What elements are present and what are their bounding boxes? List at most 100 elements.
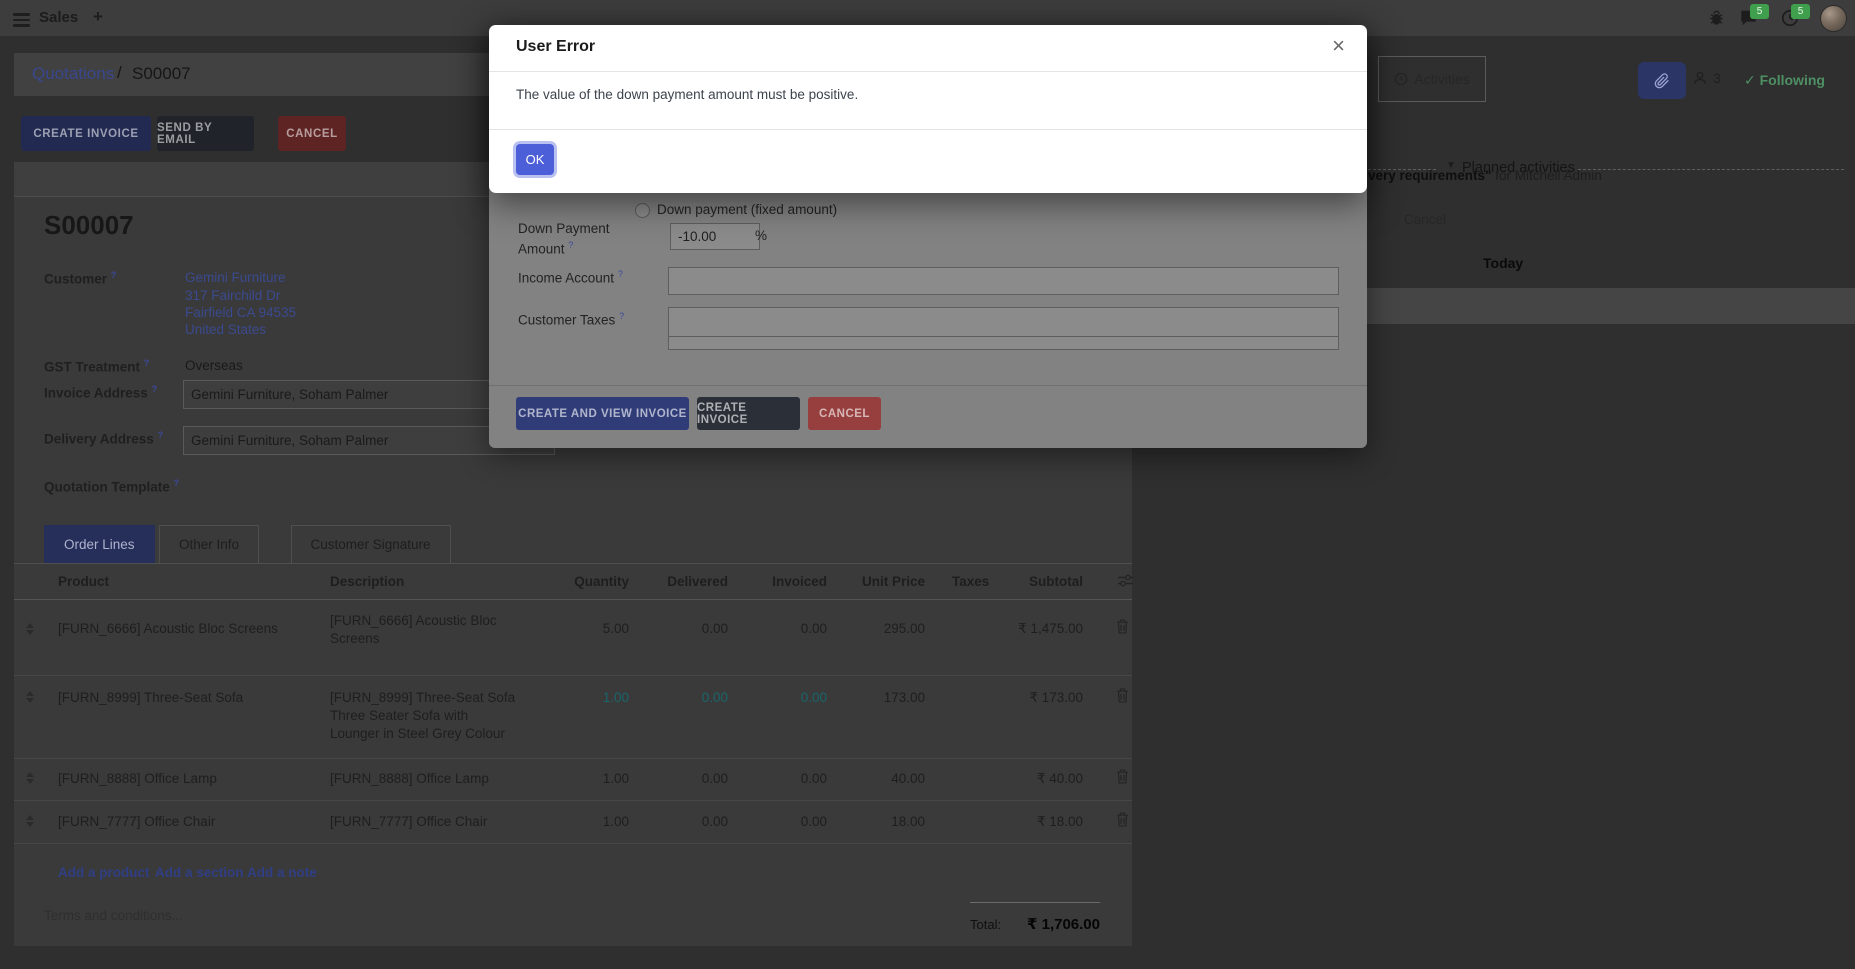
error-modal-title: User Error bbox=[516, 38, 595, 56]
line-description: [FURN_6666] Acoustic Bloc Screens bbox=[330, 612, 497, 648]
activity-clock-icon[interactable]: 5 bbox=[1781, 9, 1799, 27]
activity-summary: very requirements" for Mitchell Admin bbox=[1368, 168, 1602, 183]
col-delivered[interactable]: Delivered bbox=[638, 573, 728, 591]
order-line-row[interactable]: [FURN_6666] Acoustic Bloc Screens [FURN_… bbox=[14, 599, 1132, 676]
send-by-email-button[interactable]: SEND BY EMAIL bbox=[157, 116, 254, 151]
today-divider-label: Today bbox=[1483, 255, 1523, 271]
col-product[interactable]: Product bbox=[58, 573, 109, 591]
customer-street[interactable]: 317 Fairchild Dr bbox=[185, 288, 280, 303]
followers-button[interactable]: 3 bbox=[1692, 70, 1721, 86]
col-unit-price[interactable]: Unit Price bbox=[825, 573, 925, 591]
line-invoiced: 0.00 bbox=[737, 689, 827, 707]
error-message: The value of the down payment amount mus… bbox=[516, 87, 858, 102]
notebook-tabbar: Order Lines Other Info Customer Signatur… bbox=[14, 525, 1132, 564]
line-quantity: 5.00 bbox=[529, 620, 629, 638]
bug-icon[interactable] bbox=[1708, 10, 1725, 27]
line-invoiced: 0.00 bbox=[737, 770, 827, 788]
col-quantity[interactable]: Quantity bbox=[529, 573, 629, 591]
line-quantity: 1.00 bbox=[529, 770, 629, 788]
order-line-row[interactable]: [FURN_7777] Office Chair [FURN_7777] Off… bbox=[14, 800, 1132, 844]
col-invoiced[interactable]: Invoiced bbox=[737, 573, 827, 591]
order-lines-header: Product Description Quantity Delivered I… bbox=[14, 563, 1132, 600]
cancel-order-button[interactable]: CANCEL bbox=[278, 116, 346, 151]
delete-line-icon[interactable] bbox=[1116, 769, 1129, 784]
user-avatar[interactable] bbox=[1820, 5, 1847, 32]
income-account-input[interactable] bbox=[668, 267, 1339, 295]
tab-other-info[interactable]: Other Info bbox=[159, 525, 259, 563]
tab-order-lines[interactable]: Order Lines bbox=[44, 525, 155, 563]
terms-input[interactable]: Terms and conditions... bbox=[44, 908, 183, 923]
customer-taxes-input-extra[interactable] bbox=[668, 336, 1339, 350]
delete-line-icon[interactable] bbox=[1116, 619, 1129, 634]
order-line-row[interactable]: [FURN_8999] Three-Seat Sofa [FURN_8999] … bbox=[14, 675, 1132, 759]
add-note-link[interactable]: Add a note bbox=[247, 865, 317, 880]
attachment-button[interactable] bbox=[1638, 62, 1686, 99]
customer-taxes-label: Customer Taxes ? bbox=[518, 308, 624, 329]
user-error-modal: User Error × The value of the down payme… bbox=[489, 25, 1367, 193]
total-value: ₹ 1,706.00 bbox=[1000, 915, 1100, 933]
cancel-dialog-button[interactable]: CANCEL bbox=[808, 397, 881, 430]
drag-handle-icon[interactable] bbox=[26, 815, 34, 827]
gst-treatment-label: GST Treatment ? bbox=[44, 358, 149, 375]
col-subtotal[interactable]: Subtotal bbox=[963, 573, 1083, 591]
line-invoiced: 0.00 bbox=[737, 620, 827, 638]
dialog-footer-divider bbox=[489, 385, 1367, 386]
order-line-row[interactable]: [FURN_8888] Office Lamp [FURN_8888] Offi… bbox=[14, 758, 1132, 801]
hamburger-icon[interactable] bbox=[13, 10, 30, 30]
activity-cancel-button[interactable]: Cancel bbox=[1404, 212, 1446, 227]
breadcrumb-separator: / bbox=[117, 63, 122, 83]
line-product: [FURN_6666] Acoustic Bloc Screens bbox=[58, 620, 278, 638]
drag-handle-icon[interactable] bbox=[26, 691, 34, 703]
tab-customer-signature[interactable]: Customer Signature bbox=[291, 525, 451, 563]
person-icon bbox=[1692, 70, 1708, 86]
following-button[interactable]: ✓ Following bbox=[1744, 72, 1825, 89]
income-account-label: Income Account ? bbox=[518, 266, 623, 287]
column-settings-icon[interactable] bbox=[1118, 574, 1133, 587]
plus-icon[interactable]: + bbox=[93, 7, 103, 27]
create-invoice-button[interactable]: CREATE INVOICE bbox=[21, 116, 151, 151]
line-unit-price: 18.00 bbox=[825, 813, 925, 831]
line-product: [FURN_7777] Office Chair bbox=[58, 813, 215, 831]
messages-badge: 5 bbox=[1750, 4, 1769, 19]
planned-activities-divider bbox=[1578, 169, 1844, 170]
gst-treatment-value: Overseas bbox=[185, 358, 243, 373]
breadcrumb-current: S00007 bbox=[132, 64, 191, 84]
down-payment-amount-input[interactable] bbox=[670, 223, 760, 250]
down-payment-amount-label: Down Payment Amount ? bbox=[518, 220, 640, 258]
line-delivered: 0.00 bbox=[638, 689, 728, 707]
app-menu-sales[interactable]: Sales bbox=[39, 9, 78, 26]
activities-tab[interactable]: Activities bbox=[1378, 56, 1486, 102]
breadcrumb-quotations-link[interactable]: Quotations bbox=[32, 64, 114, 84]
line-description: [FURN_8999] Three-Seat Sofa Three Seater… bbox=[330, 689, 515, 743]
messages-icon[interactable]: 5 bbox=[1739, 9, 1758, 27]
app-root: Sales + 5 5 Quotations / S00007 Activiti… bbox=[0, 0, 1855, 969]
add-product-link[interactable]: Add a product bbox=[58, 865, 150, 880]
create-invoice-dialog-button[interactable]: CREATE INVOICE bbox=[697, 397, 800, 430]
activities-label: Activities bbox=[1414, 71, 1469, 87]
drag-handle-icon[interactable] bbox=[26, 623, 34, 635]
close-icon[interactable]: × bbox=[1332, 36, 1345, 56]
col-description[interactable]: Description bbox=[330, 573, 404, 591]
line-description: [FURN_8888] Office Lamp bbox=[330, 770, 489, 788]
add-section-link[interactable]: Add a section bbox=[155, 865, 244, 880]
error-footer-divider bbox=[489, 129, 1367, 130]
delete-line-icon[interactable] bbox=[1116, 812, 1129, 827]
followers-count: 3 bbox=[1713, 70, 1721, 86]
line-product: [FURN_8999] Three-Seat Sofa bbox=[58, 689, 243, 707]
down-payment-fixed-label: Down payment (fixed amount) bbox=[657, 201, 837, 218]
line-product: [FURN_8888] Office Lamp bbox=[58, 770, 217, 788]
customer-country[interactable]: United States bbox=[185, 322, 266, 337]
line-subtotal: ₹ 40.00 bbox=[963, 770, 1083, 788]
ok-button[interactable]: OK bbox=[516, 144, 554, 175]
line-delivered: 0.00 bbox=[638, 813, 728, 831]
customer-name-link[interactable]: Gemini Furniture bbox=[185, 270, 286, 285]
percent-suffix: % bbox=[755, 227, 767, 244]
down-payment-fixed-radio[interactable] bbox=[635, 203, 650, 218]
customer-city[interactable]: Fairfield CA 94535 bbox=[185, 305, 296, 320]
delete-line-icon[interactable] bbox=[1116, 688, 1129, 703]
customer-taxes-input[interactable] bbox=[668, 307, 1339, 337]
drag-handle-icon[interactable] bbox=[26, 772, 34, 784]
create-and-view-invoice-button[interactable]: CREATE AND VIEW INVOICE bbox=[516, 397, 689, 430]
clock-icon bbox=[1394, 72, 1408, 86]
invoice-address-label: Invoice Address ? bbox=[44, 384, 157, 401]
